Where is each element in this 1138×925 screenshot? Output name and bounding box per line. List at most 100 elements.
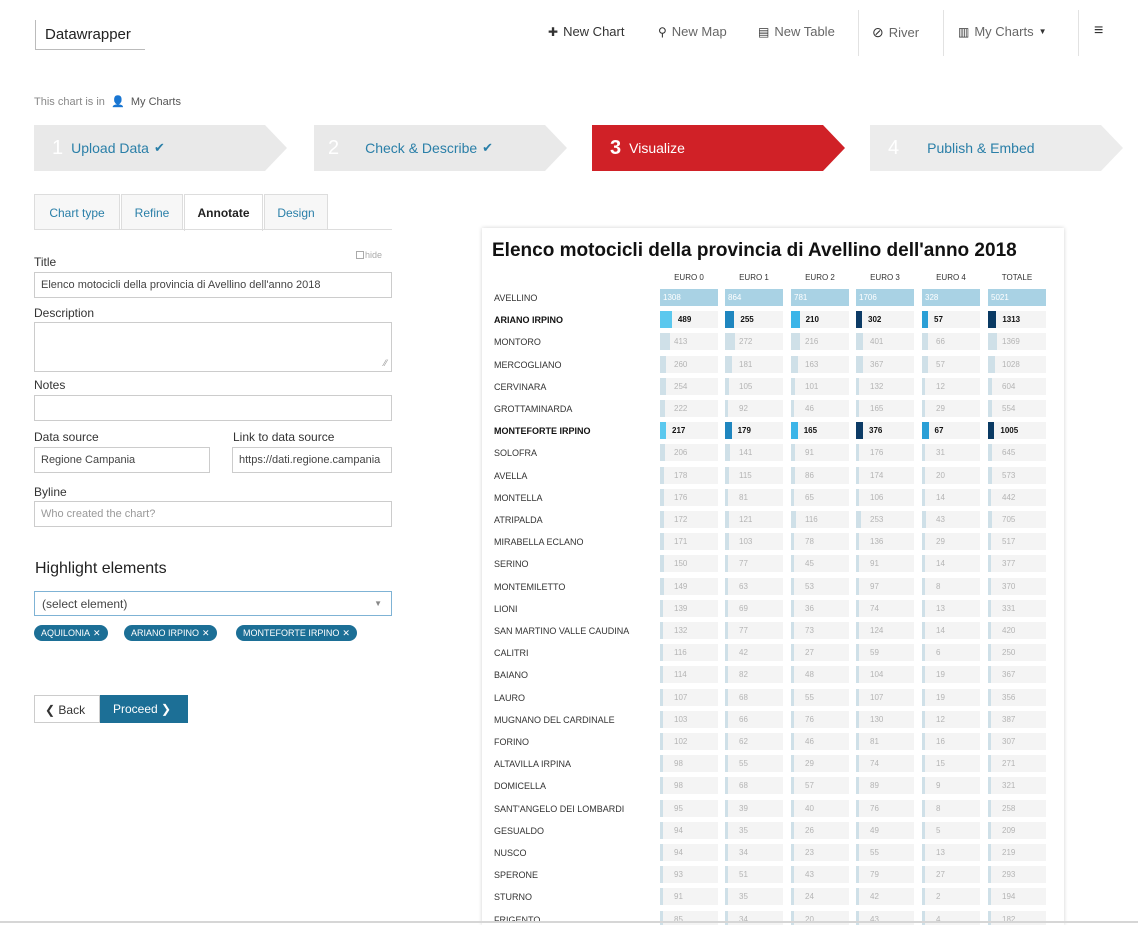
cell-bar [725, 866, 728, 884]
cell-value: 20 [936, 470, 945, 480]
row-label: AVELLA [494, 470, 528, 481]
cell-value: 176 [674, 492, 688, 502]
cell-value: 132 [674, 626, 688, 635]
cell-value: 15 [936, 759, 945, 769]
step-publish-embed[interactable]: 4 Publish & Embed [870, 125, 1123, 171]
cell-background [791, 599, 849, 617]
cell-bar [660, 644, 663, 662]
cell-value: 489 [677, 315, 692, 325]
cell-bar [856, 377, 859, 395]
tab-chart-type[interactable]: Chart type [34, 194, 120, 230]
cell-background [791, 511, 849, 528]
cell-bar [922, 777, 925, 795]
cell-background [856, 555, 914, 573]
hide-title-checkbox[interactable]: hide [356, 250, 382, 260]
cell-bar [725, 488, 728, 506]
cell-bar [791, 777, 794, 795]
notes-input[interactable] [34, 395, 392, 421]
cell-value: 19 [936, 692, 945, 702]
step-check-describe[interactable]: 2 Check & Describe ✔ [314, 125, 567, 171]
cell-background [660, 844, 718, 861]
cell-value: 14 [936, 626, 945, 635]
row-label: CERVINARA [494, 381, 547, 392]
cell-background [922, 644, 980, 662]
cell-background [856, 844, 914, 861]
cell-bar [791, 599, 794, 617]
resize-handle-icon[interactable]: ⁄⁄ [384, 358, 387, 368]
cell-bar [660, 622, 664, 639]
tab-refine[interactable]: Refine [121, 194, 183, 230]
cell-background [791, 644, 849, 662]
cell-bar [856, 799, 859, 817]
cell-background [988, 377, 1046, 395]
cell-value: 370 [1002, 581, 1016, 591]
cell-bar [660, 333, 671, 351]
new-map-link[interactable]: ⚲ New Map [658, 24, 727, 39]
cell-bar [988, 377, 992, 395]
proceed-label: Proceed [113, 702, 158, 716]
cell-background [922, 555, 980, 573]
cell-value: 139 [674, 603, 688, 613]
cell-bar [791, 533, 795, 551]
highlight-tag[interactable]: MONTEFORTE IRPINO ✕ [236, 625, 357, 641]
highlight-tag[interactable]: ARIANO IRPINO ✕ [124, 625, 217, 641]
cell-bar [660, 866, 663, 884]
row-label: AVELLINO [494, 293, 538, 303]
cell-background [988, 777, 1046, 795]
cell-background [922, 355, 980, 373]
step-upload-data[interactable]: 1 Upload Data ✔ [34, 125, 287, 171]
close-icon[interactable]: ✕ [202, 628, 210, 638]
datawrapper-logo[interactable]: Datawrapper [35, 20, 145, 50]
cell-bar [725, 377, 729, 395]
cell-value: 40 [805, 803, 814, 813]
new-table-link[interactable]: ▤ New Table [758, 24, 835, 39]
title-input[interactable]: Elenco motocicli della provincia di Avel… [34, 272, 392, 298]
cell-bar [791, 666, 794, 684]
cell-background [856, 866, 914, 884]
cell-background [856, 888, 914, 906]
hamburger-menu-icon[interactable]: ≡ [1094, 22, 1103, 40]
back-button[interactable]: ❮ Back [34, 695, 100, 723]
cell-value: 293 [1002, 870, 1016, 880]
cell-value: 101 [805, 381, 819, 391]
tab-design[interactable]: Design [264, 194, 328, 230]
cell-bar [856, 844, 859, 861]
step-visualize[interactable]: 3 Visualize [592, 125, 845, 171]
chevron-left-icon: ❮ [45, 703, 56, 717]
step-number: 2 [328, 136, 340, 159]
cell-bar [856, 888, 859, 906]
cell-value: 377 [1002, 559, 1016, 569]
cell-value: 14 [936, 559, 945, 569]
cell-value: 35 [739, 825, 748, 835]
proceed-button[interactable]: Proceed ❯ [100, 695, 188, 723]
cell-value: 78 [805, 537, 814, 547]
cell-background [660, 444, 718, 462]
close-icon[interactable]: ✕ [93, 628, 101, 638]
data-source-input[interactable]: Regione Campania [34, 447, 210, 473]
cell-background [922, 533, 980, 551]
highlight-select[interactable]: (select element) ▼ [34, 591, 392, 616]
byline-input[interactable]: Who created the chart? [34, 501, 392, 527]
cell-value: 51 [739, 870, 748, 880]
link-input[interactable]: https://dati.regione.campania [232, 447, 392, 473]
cell-bar [725, 333, 736, 351]
cell-value: 206 [674, 448, 688, 458]
cell-background [725, 466, 783, 484]
cell-background [988, 866, 1046, 884]
cell-bar [791, 377, 796, 395]
highlight-tag[interactable]: AQUILONIA ✕ [34, 625, 108, 641]
my-charts-dropdown[interactable]: ▥ My Charts ▼ [958, 24, 1047, 39]
cell-background [988, 577, 1046, 595]
tab-annotate[interactable]: Annotate [184, 194, 263, 231]
cell-value: 45 [805, 559, 814, 569]
river-link[interactable]: ⊘ River [872, 24, 919, 41]
cell-background [725, 666, 783, 684]
cell-bar [922, 666, 925, 684]
cell-value: 105 [739, 381, 753, 391]
cell-bar [856, 555, 859, 573]
close-icon[interactable]: ✕ [342, 628, 350, 638]
cell-value: 176 [870, 448, 884, 458]
description-textarea[interactable]: ⁄⁄ [34, 322, 392, 372]
new-chart-link[interactable]: ✚ New Chart [548, 24, 624, 39]
location-folder-link[interactable]: My Charts [131, 96, 181, 108]
